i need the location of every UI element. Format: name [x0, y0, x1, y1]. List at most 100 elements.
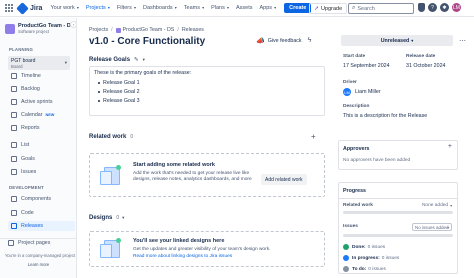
search-input[interactable]: ⌕ Search: [348, 3, 414, 14]
add-approver-plus-icon[interactable]: +: [448, 143, 452, 150]
nav-teams[interactable]: Teams ▾: [184, 5, 204, 11]
project-header[interactable]: ProductGo Team - DS Software project: [5, 23, 74, 34]
driver-name: Liam Miller: [355, 89, 381, 95]
chevron-down-icon: ▾: [450, 204, 452, 208]
give-feedback-button[interactable]: 📣 Give feedback: [256, 37, 302, 45]
app-switcher-icon[interactable]: [4, 3, 14, 13]
related-work-empty-state: Start adding some related work Add the w…: [89, 153, 325, 197]
breadcrumb-separator: /: [177, 27, 179, 33]
chevron-down-icon: ▾: [173, 5, 177, 10]
add-related-work-button[interactable]: Add related work: [261, 174, 307, 185]
nav-filters[interactable]: Filters ▾: [117, 5, 136, 11]
project-sidebar: ProductGo Team - DS Software project ‹ P…: [0, 18, 77, 278]
issues-filter-select[interactable]: No issues added ▾: [412, 223, 452, 231]
sidebar-item-issues[interactable]: Issues: [8, 167, 75, 177]
approvers-heading: Approvers: [343, 146, 370, 152]
settings-gear-icon[interactable]: ✱: [440, 3, 449, 12]
goal-list-item: Release Goal 1: [98, 80, 320, 86]
board-selector[interactable]: PGT board Board ▾: [8, 56, 70, 70]
sidebar-item-reports[interactable]: Reports: [8, 123, 75, 133]
sidebar-item-calendar[interactable]: Calendar NEW: [8, 110, 75, 120]
issues-done-row[interactable]: Done: 0 issues: [343, 244, 385, 250]
notifications-bell-icon[interactable]: [418, 3, 425, 12]
breadcrumb-releases[interactable]: Releases: [182, 27, 204, 33]
sidebar-item-list[interactable]: List: [8, 140, 75, 150]
breadcrumb-projects[interactable]: Projects: [89, 27, 108, 33]
upgrade-button[interactable]: ➚ Upgrade: [309, 3, 348, 14]
top-nav-menu: Your work ▾ Projects ▾ Filters ▾ Dashboa…: [50, 3, 312, 13]
sidebar-divider: [0, 238, 77, 239]
breadcrumb-separator: /: [111, 27, 113, 33]
progress-heading: Progress: [343, 188, 366, 194]
learn-more-link[interactable]: Learn more: [0, 262, 77, 267]
more-actions-icon[interactable]: ⋯: [457, 35, 468, 46]
nav-dashboards[interactable]: Dashboards ▾: [143, 5, 177, 11]
start-date-value[interactable]: 17 September 2024: [343, 63, 390, 69]
user-avatar[interactable]: LM: [452, 3, 461, 12]
done-status-icon: [343, 244, 349, 250]
project-icon: [115, 27, 121, 33]
in-progress-status-icon: [343, 255, 349, 261]
description-label: Description: [343, 104, 370, 109]
start-date-label: Start date: [343, 54, 366, 59]
nav-projects[interactable]: Projects ▾: [86, 5, 110, 11]
issues-in-progress-row[interactable]: In progress: 0 issues: [343, 255, 399, 261]
chevron-down-icon[interactable]: ▾: [122, 215, 124, 221]
chevron-down-icon: ▾: [411, 38, 414, 43]
add-related-work-plus-icon[interactable]: +: [311, 132, 316, 141]
create-button[interactable]: Create: [284, 3, 312, 13]
edit-pencil-icon[interactable]: ✎: [134, 57, 139, 63]
nav-assets[interactable]: Assets: [236, 5, 253, 11]
release-goals-heading: Release Goals: [89, 57, 131, 63]
issues-icon: [11, 169, 17, 175]
release-status-dropdown[interactable]: Unreleased ▾: [341, 35, 453, 46]
driver-field[interactable]: LM Liam Miller: [343, 88, 381, 96]
nav-apps[interactable]: Apps ▾: [260, 5, 277, 11]
designs-empty-state: You'll see your linked designs here Get …: [89, 231, 325, 267]
progress-related-work-label: Related work: [343, 203, 373, 208]
issues-progress-bar: [343, 234, 453, 237]
designs-heading: Designs: [89, 215, 113, 221]
goals-icon: [11, 156, 17, 162]
breadcrumb-project[interactable]: ProductGo Team - DS: [123, 27, 175, 33]
releases-icon: [11, 223, 17, 229]
jira-logo-text: Jira: [30, 4, 43, 12]
chevron-down-icon: ▾: [225, 5, 229, 10]
chevron-down-icon[interactable]: ▾: [143, 57, 145, 63]
upgrade-label: Upgrade: [321, 5, 343, 12]
chevron-down-icon: ▾: [64, 60, 67, 65]
goal-list-item: Release Goal 2: [98, 89, 320, 95]
breadcrumb: Projects / ProductGo Team - DS / Release…: [89, 27, 204, 33]
progress-card: Progress Related work None added ▾ Issues…: [338, 182, 458, 274]
designs-read-more-link[interactable]: Read more about linking designs to Jira …: [133, 254, 318, 260]
related-work-progress-bar: [343, 211, 453, 214]
sidebar-item-backlog[interactable]: Backlog: [8, 84, 75, 94]
sidebar-item-components[interactable]: Components: [8, 194, 75, 204]
jira-logo[interactable]: Jira: [16, 1, 43, 15]
automation-lightning-icon[interactable]: ϟ: [305, 36, 314, 45]
release-goals-content[interactable]: These is the primary goals of the releas…: [89, 66, 325, 116]
help-icon[interactable]: ?: [428, 3, 437, 12]
chevron-down-icon: ▾: [106, 5, 110, 10]
sidebar-item-releases[interactable]: Releases: [8, 221, 75, 231]
project-pages-link[interactable]: Project pages: [8, 240, 50, 246]
megaphone-icon: 📣: [256, 38, 265, 45]
code-icon: [11, 210, 17, 216]
sidebar-item-goals[interactable]: Goals: [8, 154, 75, 164]
divider: [339, 198, 457, 199]
topbar-actions: ? ✱ LM: [418, 3, 464, 12]
related-work-empty-desc: Add the work that's needed to get your r…: [133, 171, 252, 182]
sidebar-item-code[interactable]: Code: [8, 208, 75, 218]
nav-plans[interactable]: Plans ▾: [211, 5, 229, 11]
driver-avatar: LM: [343, 88, 351, 96]
progress-related-work-value[interactable]: None added ▾: [422, 203, 452, 208]
issues-todo-row[interactable]: To do: 0 issues: [343, 266, 386, 272]
sidebar-item-active-sprints[interactable]: Active sprints: [8, 97, 75, 107]
description-value[interactable]: This is a description for the Release: [343, 113, 427, 119]
collapse-sidebar-button[interactable]: ‹: [70, 21, 77, 28]
release-date-value[interactable]: 31 October 2024: [406, 63, 445, 69]
nav-your-work[interactable]: Your work ▾: [50, 5, 78, 11]
development-heading: DEVELOPMENT: [9, 185, 44, 190]
sidebar-item-timeline[interactable]: Timeline: [8, 71, 75, 81]
reports-icon: [11, 125, 17, 131]
